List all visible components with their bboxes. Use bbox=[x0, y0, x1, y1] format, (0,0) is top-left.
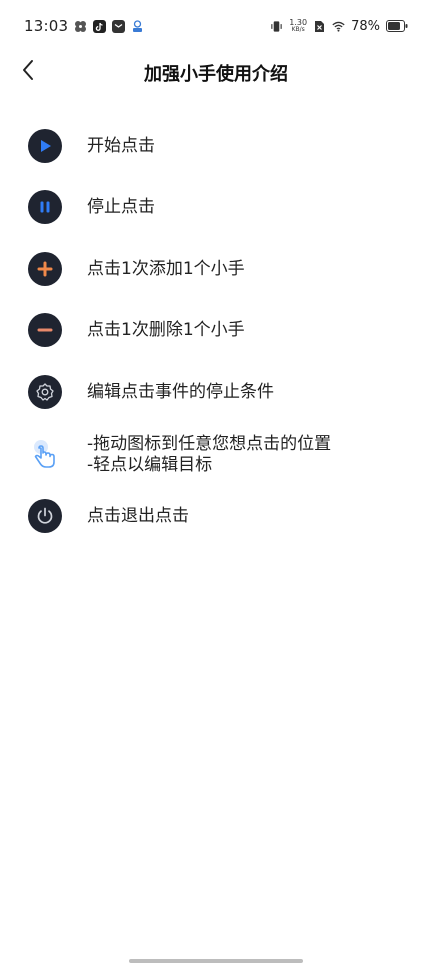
hand-pointer-icon bbox=[28, 438, 62, 472]
pause-icon bbox=[28, 190, 62, 224]
network-speed: 1.30 KB/s bbox=[289, 19, 307, 33]
item-label-multiline: -拖动图标到任意您想点击的位置 -轻点以编辑目标 bbox=[87, 434, 331, 476]
pinwheel-app-icon bbox=[74, 20, 87, 33]
power-icon bbox=[28, 499, 62, 533]
robot-app-icon bbox=[131, 19, 144, 33]
status-time: 13:03 bbox=[24, 17, 69, 35]
list-item-add-hand: 点击1次添加1个小手 bbox=[28, 252, 408, 286]
play-icon bbox=[28, 129, 62, 163]
list-item-stop-click: 停止点击 bbox=[28, 190, 408, 224]
vibrate-icon bbox=[270, 20, 283, 33]
screen: 13:03 1.30 KB/s 78% 加强小手使用介绍 开始点击 停止点击 点… bbox=[0, 0, 432, 964]
home-indicator[interactable] bbox=[129, 959, 303, 963]
status-bar: 13:03 1.30 KB/s 78% bbox=[0, 0, 432, 52]
wifi-icon bbox=[332, 20, 345, 33]
item-label: 点击1次添加1个小手 bbox=[87, 259, 245, 279]
list-item-drag-hint: -拖动图标到任意您想点击的位置 -轻点以编辑目标 bbox=[28, 434, 408, 476]
item-label: 编辑点击事件的停止条件 bbox=[87, 382, 274, 402]
tiktok-icon bbox=[93, 19, 107, 33]
item-label: 点击退出点击 bbox=[87, 506, 189, 526]
list-item-start-click: 开始点击 bbox=[28, 129, 408, 163]
list-item-exit-click: 点击退出点击 bbox=[28, 499, 408, 533]
page-title: 加强小手使用介绍 bbox=[144, 64, 288, 85]
minus-icon bbox=[28, 313, 62, 347]
item-label: 停止点击 bbox=[87, 197, 155, 217]
gear-icon bbox=[28, 375, 62, 409]
battery-percentage: 78% bbox=[351, 18, 380, 34]
item-label: 开始点击 bbox=[87, 136, 155, 156]
item-label: 点击1次删除1个小手 bbox=[87, 320, 245, 340]
network-speed-unit: KB/s bbox=[291, 26, 305, 33]
list-item-edit-stop-condition: 编辑点击事件的停止条件 bbox=[28, 375, 408, 409]
mail-app-icon bbox=[112, 19, 126, 33]
battery-icon bbox=[386, 20, 408, 33]
list-item-remove-hand: 点击1次删除1个小手 bbox=[28, 313, 408, 347]
no-sim-icon bbox=[313, 20, 326, 33]
item-label-line: -拖动图标到任意您想点击的位置 bbox=[87, 434, 332, 454]
status-left: 13:03 bbox=[24, 17, 144, 35]
header: 加强小手使用介绍 bbox=[0, 52, 432, 92]
item-label-line: -轻点以编辑目标 bbox=[87, 455, 213, 475]
status-right: 1.30 KB/s 78% bbox=[270, 19, 408, 34]
plus-icon bbox=[28, 252, 62, 286]
